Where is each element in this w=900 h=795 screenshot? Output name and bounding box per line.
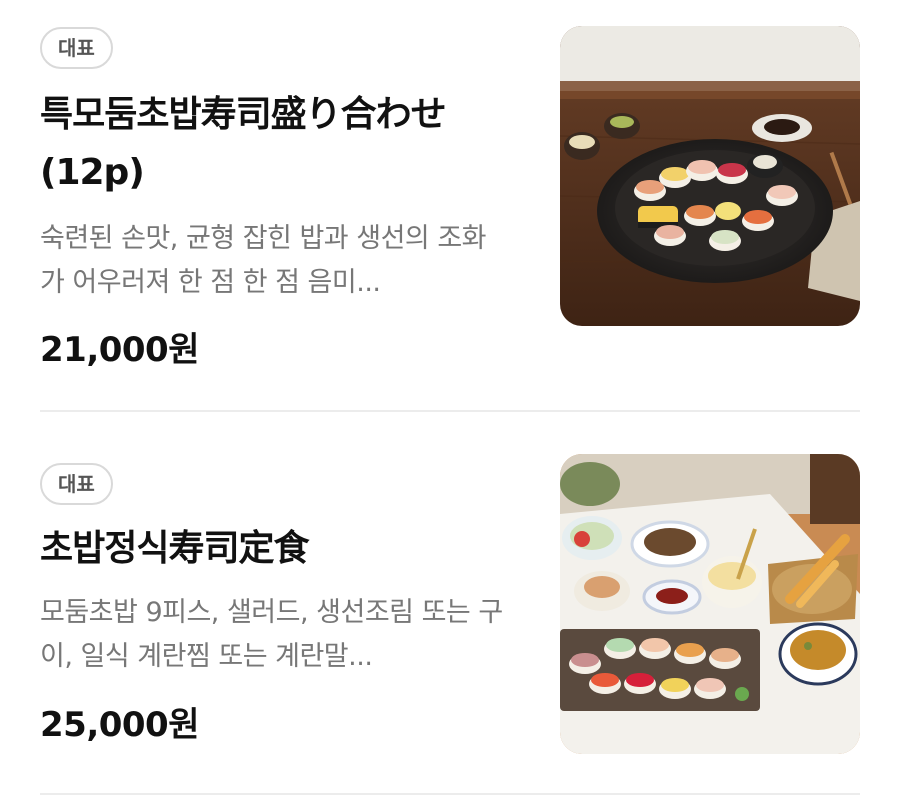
menu-item-price: 21,000원 (40, 330, 199, 370)
menu-item[interactable]: 대표 특모둠초밥寿司盛り合わせ(12p) 숙련된 손맛, 균형 잡힌 밥과 생선… (0, 0, 900, 412)
menu-list: 대표 특모둠초밥寿司盛り合わせ(12p) 숙련된 손맛, 균형 잡힌 밥과 생선… (0, 0, 900, 795)
menu-item[interactable]: 대표 초밥정식寿司定食 모둠초밥 9피스, 샐러드, 생선조림 또는 구이, 일… (0, 412, 900, 795)
menu-item-title: 특모둠초밥寿司盛り合わせ(12p) (40, 94, 447, 193)
menu-item-description: 숙련된 손맛, 균형 잡힌 밥과 생선의 조화가 어우러져 한 점 한 점 음미… (40, 223, 487, 298)
signature-badge: 대표 (40, 463, 113, 505)
menu-item-description: 모둠초밥 9피스, 샐러드, 생선조림 또는 구이, 일식 계란찜 또는 계란말… (40, 597, 503, 672)
signature-badge: 대표 (40, 27, 113, 69)
menu-item-price: 25,000원 (40, 705, 199, 745)
sushi-set-meal-image[interactable] (560, 454, 860, 754)
menu-item-title: 초밥정식寿司定食 (40, 528, 309, 569)
sushi-platter-image[interactable] (560, 26, 860, 326)
